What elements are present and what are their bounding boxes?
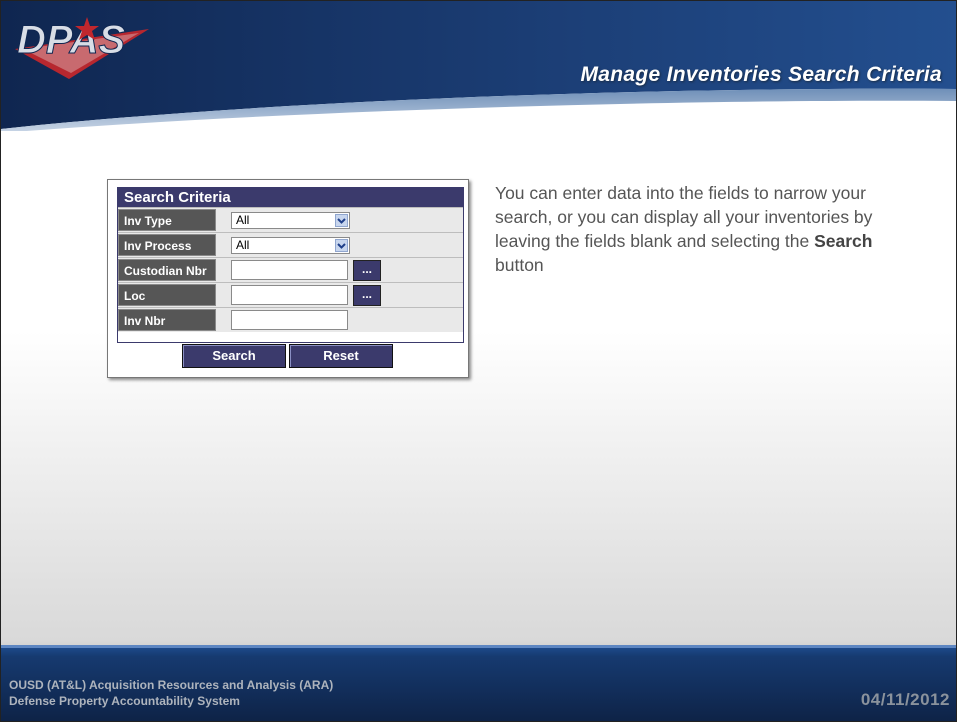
reset-button[interactable]: Reset xyxy=(289,344,393,368)
header-banner: DPAS Manage Inventories Search Criteria xyxy=(1,1,956,131)
slide: DPAS Manage Inventories Search Criteria … xyxy=(0,0,957,722)
loc-lookup-button[interactable]: ... xyxy=(353,285,381,306)
footer-date: 04/11/2012 xyxy=(860,690,950,709)
instruction-bold: Search xyxy=(814,231,873,251)
dpas-logo: DPAS xyxy=(9,9,159,89)
inv-type-row: Inv Type All xyxy=(118,207,463,232)
custodian-lookup-button[interactable]: ... xyxy=(353,260,381,281)
inv-process-row: Inv Process All xyxy=(118,232,463,257)
footer-org: OUSD (AT&L) Acquisition Resources and An… xyxy=(9,678,334,692)
search-criteria-panel: Search Criteria Inv Type All Inv Process… xyxy=(107,179,469,378)
search-button[interactable]: Search xyxy=(182,344,286,368)
page-title: Manage Inventories Search Criteria xyxy=(580,63,942,86)
inv-type-value: All xyxy=(236,213,250,227)
inv-nbr-label: Inv Nbr xyxy=(118,309,216,331)
chevron-down-icon[interactable] xyxy=(335,239,348,252)
inv-type-select[interactable]: All xyxy=(231,212,350,229)
panel-title: Search Criteria xyxy=(118,188,463,207)
inv-process-value: All xyxy=(236,238,250,252)
inv-nbr-input[interactable] xyxy=(231,310,348,330)
custodian-nbr-input[interactable] xyxy=(231,260,348,280)
instruction-part2: button xyxy=(495,255,544,275)
footer-system: Defense Property Accountability System xyxy=(9,694,240,708)
loc-row: Loc ... xyxy=(118,282,463,307)
search-criteria-form: Search Criteria Inv Type All Inv Process… xyxy=(117,187,464,343)
chevron-down-icon[interactable] xyxy=(335,214,348,227)
inv-process-select[interactable]: All xyxy=(231,237,350,254)
loc-label: Loc xyxy=(118,284,216,306)
inv-nbr-row: Inv Nbr xyxy=(118,307,463,332)
inv-process-label: Inv Process xyxy=(118,234,216,256)
instruction-text: You can enter data into the fields to na… xyxy=(495,181,875,277)
custodian-nbr-row: Custodian Nbr ... xyxy=(118,257,463,282)
inv-type-label: Inv Type xyxy=(118,209,216,231)
logo-text: DPAS xyxy=(17,18,125,62)
custodian-nbr-label: Custodian Nbr xyxy=(118,259,216,281)
loc-input[interactable] xyxy=(231,285,348,305)
